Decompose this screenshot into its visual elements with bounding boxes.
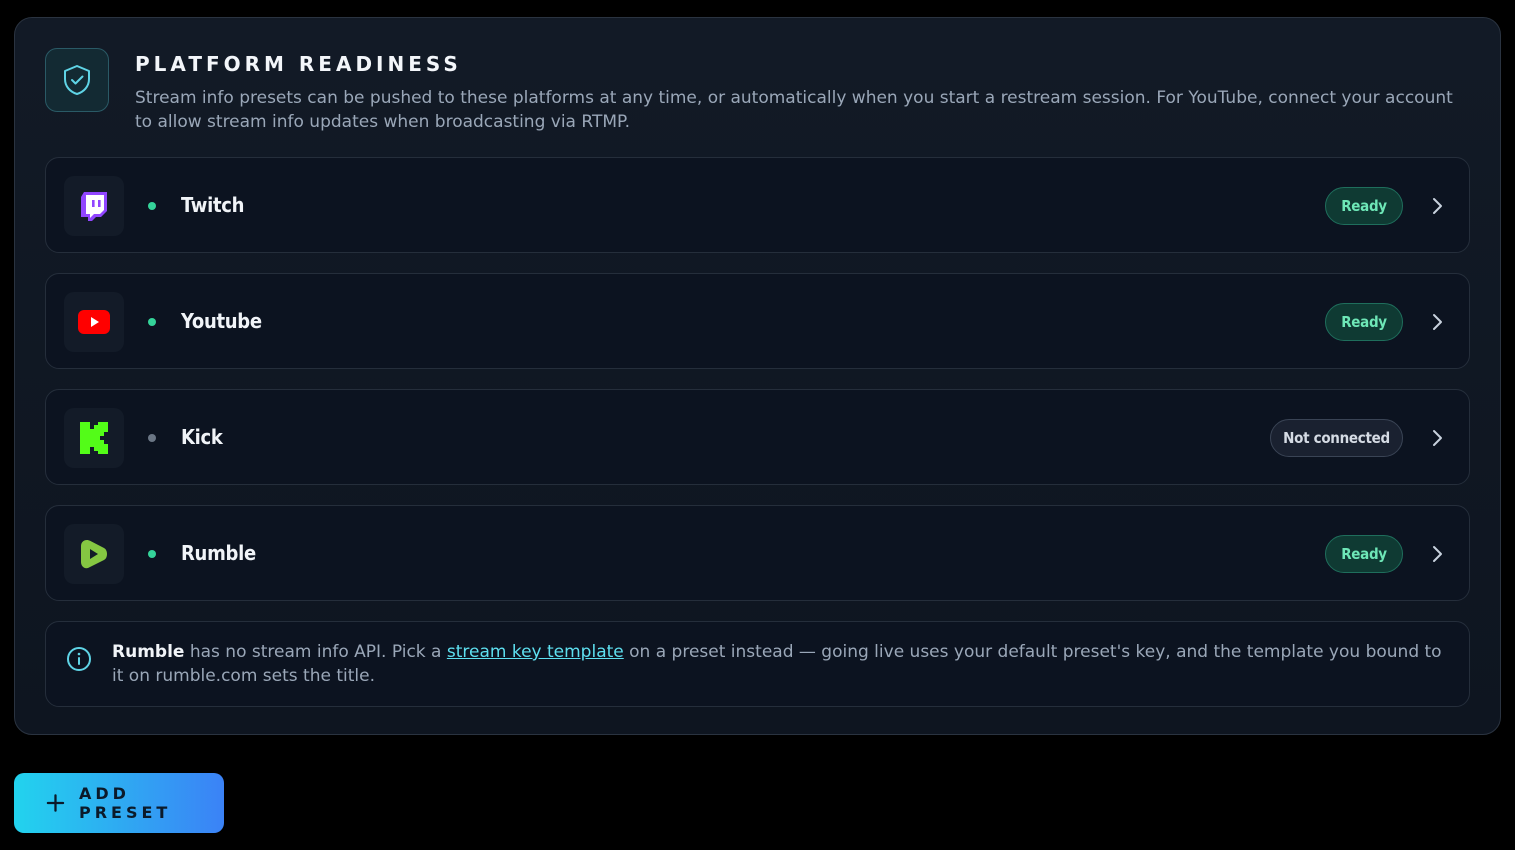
twitch-icon: [64, 176, 124, 236]
platform-row-rumble[interactable]: Rumble Ready: [45, 505, 1470, 601]
kick-icon: [64, 408, 124, 468]
status-dot: [148, 434, 156, 442]
platform-name: Youtube: [181, 309, 262, 333]
platform-readiness-panel: PLATFORM READINESS Stream info presets c…: [14, 17, 1501, 735]
platform-row-twitch[interactable]: Twitch Ready: [45, 157, 1470, 253]
chevron-right-icon[interactable]: [1427, 196, 1447, 216]
platform-row-youtube[interactable]: Youtube Ready: [45, 273, 1470, 369]
stream-key-template-link[interactable]: stream key template: [447, 642, 624, 662]
info-text: Rumble has no stream info API. Pick a st…: [112, 640, 1449, 688]
info-strong: Rumble: [112, 642, 185, 662]
status-badge: Not connected: [1270, 419, 1403, 457]
shield-icon: [45, 48, 109, 112]
rumble-info-note: Rumble has no stream info API. Pick a st…: [45, 621, 1470, 707]
panel-title: PLATFORM READINESS: [135, 52, 462, 76]
status-dot: [148, 202, 156, 210]
status-badge: Ready: [1325, 187, 1403, 225]
platform-name: Kick: [181, 425, 223, 449]
status-badge: Ready: [1325, 303, 1403, 341]
chevron-right-icon[interactable]: [1427, 544, 1447, 564]
info-text-before: has no stream info API. Pick a: [184, 642, 447, 662]
plus-icon: [46, 794, 65, 812]
youtube-icon: [64, 292, 124, 352]
chevron-right-icon[interactable]: [1427, 428, 1447, 448]
platform-row-kick[interactable]: Kick Not connected: [45, 389, 1470, 485]
status-dot: [148, 550, 156, 558]
status-dot: [148, 318, 156, 326]
panel-header: PLATFORM READINESS Stream info presets c…: [45, 48, 1470, 132]
platform-name: Rumble: [181, 541, 256, 565]
rumble-icon: [64, 524, 124, 584]
info-icon: [67, 647, 91, 671]
add-preset-button[interactable]: ADD PRESET: [14, 773, 224, 833]
chevron-right-icon[interactable]: [1427, 312, 1447, 332]
platform-name: Twitch: [181, 193, 245, 217]
add-preset-label: ADD PRESET: [78, 784, 172, 822]
panel-description: Stream info presets can be pushed to the…: [135, 88, 1453, 132]
status-badge: Ready: [1325, 535, 1403, 573]
